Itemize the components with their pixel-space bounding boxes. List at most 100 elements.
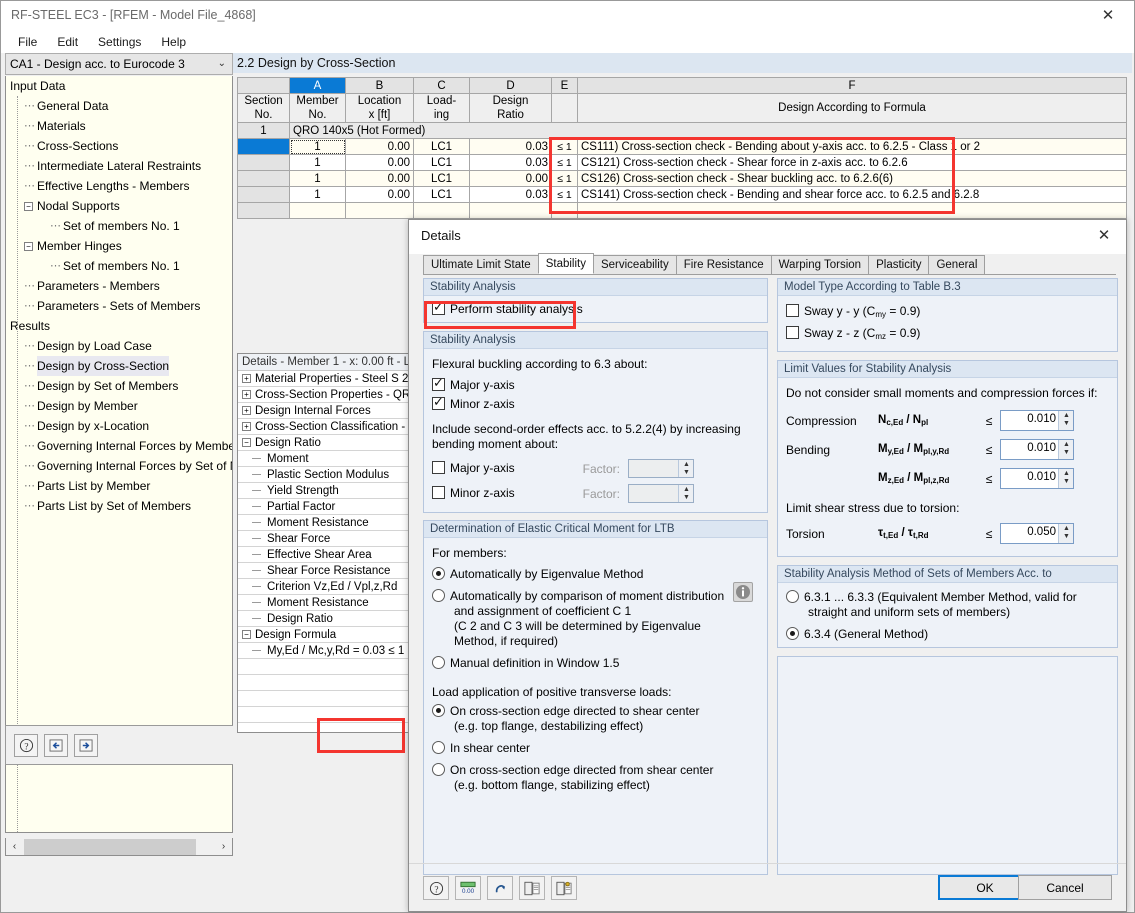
table-row[interactable]: 1 0.00 LC1 0.00 ≤ 1 CS126) Cross-section chec… <box>237 170 1127 187</box>
tree-collapse-icon[interactable]: − <box>24 201 33 211</box>
sidebar-item-cross-sections[interactable]: ⋯ Cross-Sections <box>6 136 232 156</box>
cell-location[interactable]: 0.00 <box>345 138 414 155</box>
ltb-option-2[interactable]: Manual definition in Window 1.5 <box>432 656 767 671</box>
tab-ultimate-limit-state[interactable]: Ultimate Limit State <box>423 255 539 274</box>
checkbox-icon[interactable] <box>432 299 445 315</box>
row-selector[interactable] <box>237 138 290 155</box>
load-application-option-2[interactable]: On cross-section edge directed from shea… <box>432 763 767 793</box>
checkbox-icon[interactable] <box>786 326 799 339</box>
tree-collapse-icon[interactable]: − <box>24 241 33 251</box>
spinner-buttons[interactable]: ▲ ▼ <box>1058 524 1073 543</box>
menu-item-help[interactable]: Help <box>152 33 195 51</box>
cell-member-no[interactable]: 1 <box>289 186 346 203</box>
limit-bending-z-input[interactable]: 0.010 ▲ ▼ <box>1000 468 1074 489</box>
sway-z-z-checkbox[interactable]: Sway z - z (Cmz = 0.9) <box>786 326 1117 344</box>
menu-item-file[interactable]: File <box>9 33 46 51</box>
cell-location[interactable]: 0.00 <box>345 154 414 171</box>
dialog-close-icon[interactable]: ✕ <box>1088 224 1120 248</box>
col-letter-d[interactable]: D <box>469 77 552 94</box>
row-selector[interactable] <box>237 186 290 203</box>
table-row[interactable]: 1 0.00 LC1 0.03 ≤ 1 CS141) Cross-section chec… <box>237 186 1127 203</box>
radio-icon[interactable] <box>432 704 445 717</box>
row-selector[interactable] <box>237 170 290 187</box>
previous-window-icon-button[interactable] <box>44 734 68 757</box>
sidebar-item-input-data[interactable]: Input Data <box>6 76 232 96</box>
flexural-major-y-axis-checkbox[interactable]: Major y-axis <box>432 375 767 393</box>
sidebar-item-governing-internal-forces-by-member[interactable]: ⋯ Governing Internal Forces by Member <box>6 436 232 456</box>
sidebar-item-parameters-sets-of-members[interactable]: ⋯ Parameters - Sets of Members <box>6 296 232 316</box>
tab-general[interactable]: General <box>928 255 986 274</box>
scroll-right-icon[interactable]: › <box>215 841 232 852</box>
col-letter-b[interactable]: B <box>345 77 414 94</box>
radio-icon[interactable] <box>786 590 799 603</box>
sidebar-item-materials[interactable]: ⋯ Materials <box>6 116 232 136</box>
sets-method-option-0[interactable]: 6.3.1 ... 6.3.3 (Equivalent Member Metho… <box>786 590 1117 620</box>
tree-expand-icon[interactable]: + <box>242 406 251 415</box>
tree-expand-icon[interactable]: + <box>242 390 251 399</box>
cell-design-formula[interactable]: CS126) Cross-section check - Shear buckl… <box>577 170 1127 187</box>
col-letter-c[interactable]: C <box>413 77 470 94</box>
limit-compression-input[interactable]: 0.010 ▲ ▼ <box>1000 410 1074 431</box>
tree-expand-icon[interactable]: + <box>242 422 251 431</box>
cell-limit[interactable]: ≤ 1 <box>551 170 578 187</box>
cell-loading[interactable]: LC1 <box>413 138 470 155</box>
row-selector[interactable] <box>237 154 290 171</box>
col-letter-f[interactable]: F <box>577 77 1127 94</box>
menu-item-settings[interactable]: Settings <box>89 33 150 51</box>
cell-design-formula[interactable]: CS121) Cross-section check - Shear force… <box>577 154 1127 171</box>
flexural-minor-z-axis-checkbox[interactable]: Minor z-axis <box>432 394 767 412</box>
cell-location[interactable]: 0.00 <box>345 170 414 187</box>
second-order-minor-z-factor-input[interactable]: ▲ ▼ <box>628 484 694 503</box>
sidebar-item-general-data[interactable]: ⋯ General Data <box>6 96 232 116</box>
sidebar-item-effective-lengths-members[interactable]: ⋯ Effective Lengths - Members <box>6 176 232 196</box>
tree-collapse-icon[interactable]: − <box>242 630 251 639</box>
tree-collapse-icon[interactable]: − <box>242 438 251 447</box>
ltb-option-0[interactable]: Automatically by Eigenvalue Method <box>432 567 767 582</box>
cell-design-ratio[interactable]: 0.03 <box>469 154 552 171</box>
cell-design-formula[interactable]: CS141) Cross-section check - Bending and… <box>577 186 1127 203</box>
spinner-buttons[interactable]: ▲ ▼ <box>1058 411 1073 430</box>
tab-warping-torsion[interactable]: Warping Torsion <box>770 255 870 274</box>
cell-member-no[interactable]: 1 <box>289 170 346 187</box>
table-row[interactable]: 1 0.00 LC1 0.03 ≤ 1 CS121) Cross-section chec… <box>237 154 1127 171</box>
undo-icon-button[interactable] <box>487 876 513 900</box>
radio-icon[interactable] <box>432 567 445 580</box>
scroll-left-icon[interactable]: ‹ <box>6 841 23 852</box>
results-table[interactable]: A B C D E F Section No. Member No. Locatio… <box>237 77 1127 219</box>
sidebar-item-set-of-members-no-1[interactable]: ⋯ Set of members No. 1 <box>6 216 232 236</box>
sidebar-item-parts-list-by-member[interactable]: ⋯ Parts List by Member <box>6 476 232 496</box>
tab-fire-resistance[interactable]: Fire Resistance <box>675 255 772 274</box>
cell-loading[interactable]: LC1 <box>413 186 470 203</box>
limit-bending-input[interactable]: 0.010 ▲ ▼ <box>1000 439 1074 460</box>
radio-icon[interactable] <box>432 763 445 776</box>
sidebar-item-member-hinges[interactable]: − Member Hinges <box>6 236 232 256</box>
menu-item-edit[interactable]: Edit <box>48 33 87 51</box>
cell-member-no[interactable]: 1 <box>289 154 346 171</box>
checkbox-icon[interactable] <box>432 394 445 410</box>
help-icon-button[interactable]: ? <box>14 734 38 757</box>
second-order-major-y-factor-input[interactable]: ▲ ▼ <box>628 459 694 478</box>
cell-design-ratio[interactable]: 0.00 <box>469 170 552 187</box>
checkbox-icon[interactable] <box>432 486 445 499</box>
perform-stability-analysis-checkbox[interactable]: Perform stability analysis <box>432 299 767 317</box>
next-window-icon-button[interactable] <box>74 734 98 757</box>
cell-limit[interactable]: ≤ 1 <box>551 138 578 155</box>
cell-loading[interactable]: LC1 <box>413 170 470 187</box>
navigator-tree[interactable]: Input Data ⋯ General Data ⋯ Materials ⋯ Cross-… <box>5 76 233 833</box>
load-application-option-0[interactable]: On cross-section edge directed to shear … <box>432 704 767 734</box>
window-close-icon[interactable]: ✕ <box>1090 5 1126 27</box>
radio-icon[interactable] <box>432 589 445 602</box>
sidebar-item-parameters-members[interactable]: ⋯ Parameters - Members <box>6 276 232 296</box>
limit-torsion-input[interactable]: 0.050 ▲ ▼ <box>1000 523 1074 544</box>
cell-member-no[interactable]: 1 <box>289 138 346 155</box>
sidebar-item-parts-list-by-set-of-members[interactable]: ⋯ Parts List by Set of Members <box>6 496 232 516</box>
radio-icon[interactable] <box>432 741 445 754</box>
spinner-buttons[interactable]: ▲ ▼ <box>1058 440 1073 459</box>
help-icon-button[interactable]: ? <box>423 876 449 900</box>
sidebar-item-governing-internal-forces-by-set-of-members[interactable]: ⋯Governing Internal Forces by Set of Mem… <box>6 456 232 476</box>
sidebar-item-design-by-member[interactable]: ⋯ Design by Member <box>6 396 232 416</box>
spinner-buttons[interactable]: ▲ ▼ <box>678 460 693 477</box>
tree-expand-icon[interactable]: + <box>242 374 251 383</box>
scrollbar-thumb[interactable] <box>24 838 196 855</box>
second-order-major-y-checkbox[interactable]: Major y-axis <box>432 461 572 476</box>
